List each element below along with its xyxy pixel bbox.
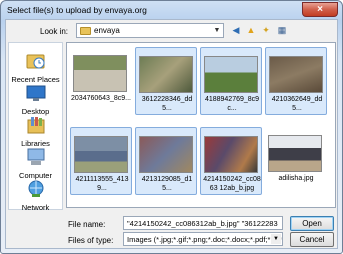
dialog-body: Look in: envaya ▼ ◀ ▲ ✦ ▦ Recent Places (5, 19, 338, 249)
lookin-label: Look in: (40, 27, 69, 36)
filetype-dropdown[interactable]: Images (*.jpg;*.gif;*.png;*.doc;*.docx;*… (123, 232, 283, 246)
file-thumbnail (204, 136, 258, 173)
close-button[interactable]: × (302, 2, 338, 17)
file-name: 2034760643_8c9... (71, 95, 131, 102)
file-tile[interactable]: 3612228346_dd5... (135, 47, 197, 115)
place-desktop[interactable]: Desktop (9, 83, 62, 116)
window-title: Select file(s) to upload by envaya.org (7, 5, 147, 15)
file-tile[interactable]: 2034760643_8c9... (70, 47, 132, 115)
views-menu-button[interactable]: ▦ (276, 24, 288, 36)
filetype-value: Images (*.jpg;*.gif;*.png;*.doc;*.docx;*… (127, 235, 283, 244)
file-dialog-window: Select file(s) to upload by envaya.org ×… (0, 0, 343, 254)
filename-input[interactable]: "4214150242_cc086312ab_b.jpg" "36122283 (123, 216, 283, 230)
file-tile[interactable]: 4211113555_4139... (70, 127, 132, 195)
file-name: 4211113555_4139... (75, 176, 129, 192)
file-tile[interactable]: 4188942769_8c9c... (200, 47, 262, 115)
new-folder-button[interactable]: ✦ (260, 24, 272, 36)
file-thumbnail (268, 135, 322, 172)
place-label: Network (21, 203, 50, 212)
place-computer[interactable]: Computer (9, 147, 62, 180)
place-recent-places[interactable]: Recent Places (9, 51, 62, 84)
libraries-icon (27, 117, 44, 134)
file-tile[interactable]: 4213129085_d15... (135, 127, 197, 195)
back-button[interactable]: ◀ (230, 24, 242, 36)
lookin-value: envaya (94, 26, 120, 35)
cancel-button[interactable]: Cancel (290, 232, 334, 247)
file-thumbnail (139, 56, 193, 93)
desktop-icon (26, 85, 45, 101)
open-button[interactable]: Open (290, 216, 334, 231)
folder-icon (80, 26, 91, 35)
chevron-down-icon: ▼ (213, 27, 221, 34)
file-name: 4210362649_dd5... (271, 96, 323, 112)
place-libraries[interactable]: Libraries (9, 115, 62, 148)
file-tile[interactable]: adilisha.jpg (265, 127, 327, 195)
file-name: 3612228346_dd5... (141, 96, 193, 112)
filetype-label: Files of type: (68, 236, 114, 245)
network-icon (28, 180, 43, 197)
file-thumbnail (269, 56, 323, 93)
file-name: 4213129085_d15... (141, 176, 193, 192)
computer-icon (27, 148, 44, 165)
lookin-dropdown[interactable]: envaya ▼ (76, 23, 224, 38)
file-name: 4214150242_cc0863 12ab_b.jpg (203, 176, 261, 192)
file-thumbnail (74, 136, 128, 173)
file-list: 2034760643_8c9... 3612228346_dd5... 4188… (66, 42, 336, 208)
file-name: 4188942769_8c9c... (204, 96, 260, 112)
title-bar: Select file(s) to upload by envaya.org × (1, 1, 342, 19)
up-folder-button[interactable]: ▲ (245, 24, 257, 36)
recent-places-icon (26, 54, 44, 69)
file-thumbnail (139, 136, 193, 173)
file-tile[interactable]: 4214150242_cc0863 12ab_b.jpg (200, 127, 262, 195)
filename-label: File name: (68, 220, 106, 229)
places-sidebar: Recent Places Desktop Libraries Computer… (8, 42, 63, 212)
place-network[interactable]: Network (9, 179, 62, 212)
chevron-down-icon: ▼ (271, 234, 281, 244)
file-thumbnail (204, 56, 258, 93)
file-thumbnail (73, 55, 127, 92)
file-name: adilisha.jpg (278, 175, 314, 182)
file-tile[interactable]: 4210362649_dd5... (265, 47, 327, 115)
